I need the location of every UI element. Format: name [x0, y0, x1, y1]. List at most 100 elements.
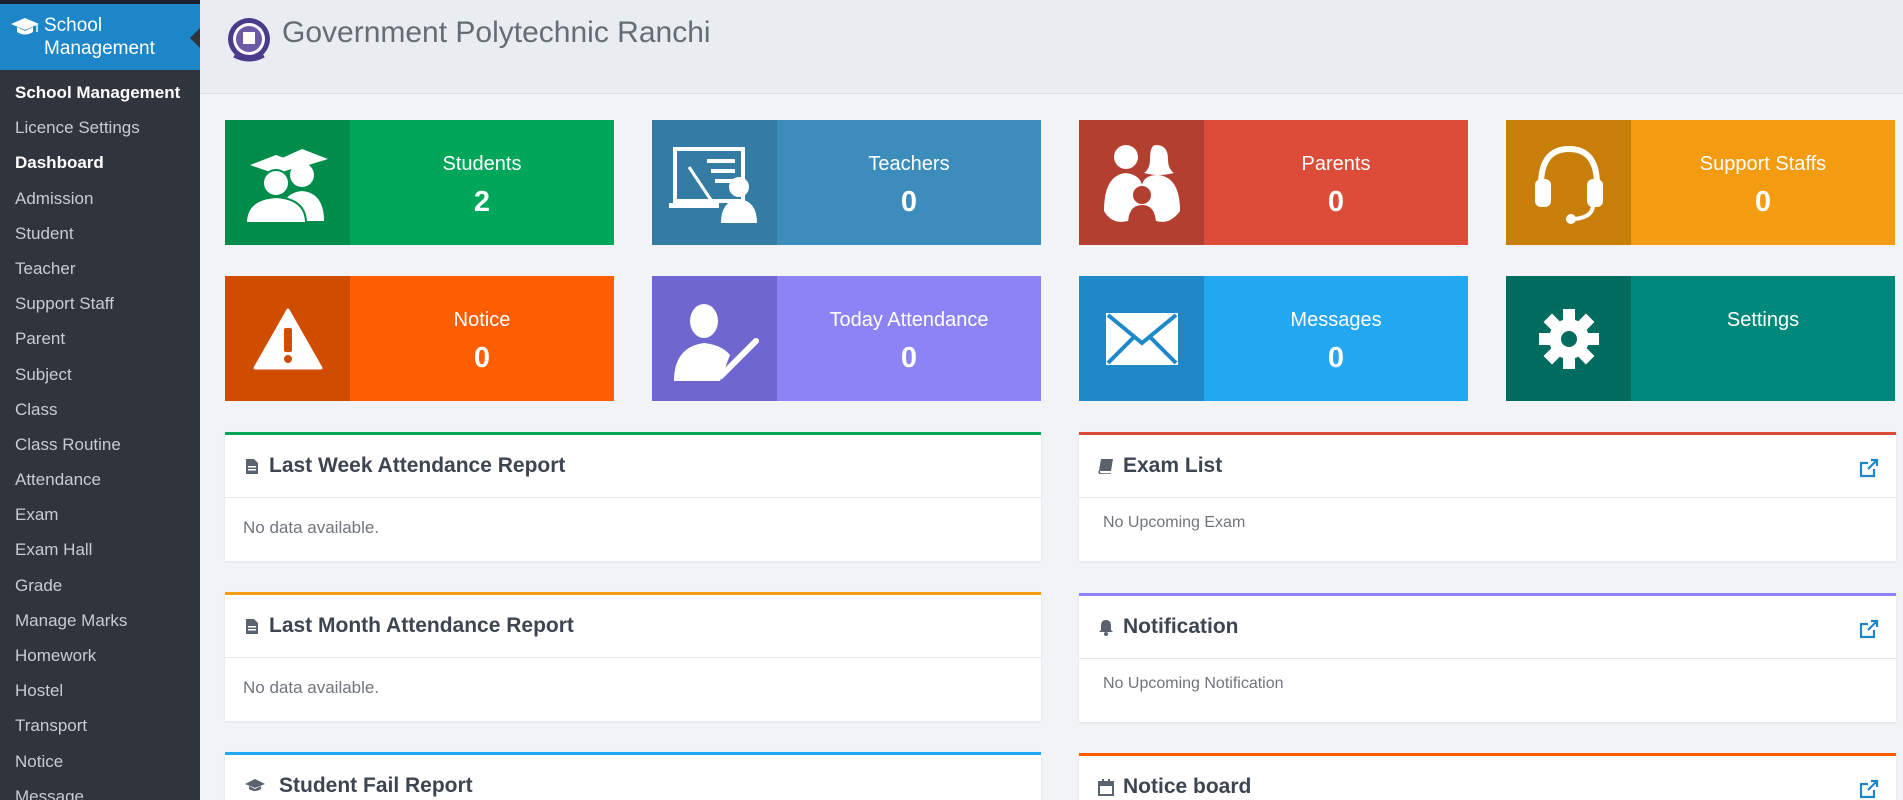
last-week-attendance-panel: Last Week Attendance Report No data avai…: [225, 432, 1041, 561]
tile-label: Teachers: [868, 153, 950, 175]
notification-panel: Notification No Upcoming Notification: [1079, 593, 1896, 722]
panel-body-text: No Upcoming Notification: [1103, 675, 1284, 692]
messages-tile[interactable]: Messages 0: [1079, 276, 1468, 401]
headset-icon: [1534, 145, 1603, 224]
tile-count: 0: [900, 186, 918, 218]
sidebar-item-admission[interactable]: Admission: [0, 186, 200, 221]
parents-tile[interactable]: Parents 0: [1079, 120, 1468, 245]
students-icon: [244, 148, 328, 223]
tile-icon-box: [652, 120, 777, 245]
sidebar-item-school-management[interactable]: School Management: [0, 80, 200, 115]
external-link-icon[interactable]: [1858, 618, 1880, 640]
panel-title: Exam List: [1123, 454, 1223, 477]
tile-icon-box: [1506, 276, 1631, 401]
today-attendance-tile[interactable]: Today Attendance 0: [652, 276, 1041, 401]
tile-text: Students 2: [350, 120, 614, 245]
attendance-check-icon: [673, 303, 759, 381]
panel-body-text: No data available.: [243, 678, 380, 697]
sidebar-item-attendance[interactable]: Attendance: [0, 467, 200, 502]
tile-icon-box: [1506, 120, 1631, 245]
sidebar-item-class[interactable]: Class: [0, 397, 200, 432]
panel-header: Student Fail Report: [225, 755, 1041, 800]
tile-count: 2: [473, 186, 491, 218]
tile-text: Settings: [1631, 276, 1895, 401]
header: Government Polytechnic Ranchi: [200, 0, 1903, 94]
support-staffs-tile[interactable]: Support Staffs 0: [1506, 120, 1895, 245]
tile-label: Messages: [1290, 309, 1382, 331]
panel-body-text: No Upcoming Exam: [1103, 514, 1246, 531]
tile-label: Support Staffs: [1699, 153, 1827, 175]
tile-icon-box: [225, 120, 350, 245]
student-fail-report-panel: Student Fail Report: [225, 752, 1041, 800]
sidebar-item-manage-marks[interactable]: Manage Marks: [0, 608, 200, 643]
sidebar-item-exam[interactable]: Exam: [0, 502, 200, 537]
college-logo-icon: [228, 18, 270, 62]
warning-icon: [253, 308, 322, 369]
tile-label: Today Attendance: [829, 309, 989, 331]
graduation-cap-icon: [11, 18, 39, 35]
panel-title: Student Fail Report: [279, 774, 473, 797]
sidebar-item-grade[interactable]: Grade: [0, 573, 200, 608]
bell-icon: [1097, 618, 1115, 636]
page-title: Government Polytechnic Ranchi: [282, 16, 711, 49]
file-text-icon: [243, 617, 261, 635]
sidebar-item-notice[interactable]: Notice: [0, 749, 200, 784]
panel-header: Notification: [1079, 596, 1896, 659]
sidebar-item-student[interactable]: Student: [0, 221, 200, 256]
calendar-icon: [1097, 778, 1115, 796]
students-tile[interactable]: Students 2: [225, 120, 614, 245]
external-link-icon[interactable]: [1858, 457, 1880, 479]
tile-count: 0: [1327, 342, 1345, 374]
panel-title: Last Week Attendance Report: [269, 454, 566, 477]
tile-text: Support Staffs 0: [1631, 120, 1895, 245]
teacher-board-icon: [668, 146, 757, 223]
sidebar-item-licence-settings[interactable]: Licence Settings: [0, 115, 200, 150]
panel-title: Notification: [1123, 615, 1239, 638]
tile-text: Notice 0: [350, 276, 614, 401]
brand-label: School Management: [44, 15, 155, 59]
sidebar-menu: School Management Licence Settings Dashboa…: [0, 70, 200, 800]
sidebar: School Management School Management Licen…: [0, 0, 200, 800]
notice-tile[interactable]: Notice 0: [225, 276, 614, 401]
tile-count: 0: [473, 342, 491, 374]
sidebar-item-teacher[interactable]: Teacher: [0, 256, 200, 291]
gear-icon: [1538, 308, 1599, 369]
sidebar-item-homework[interactable]: Homework: [0, 643, 200, 678]
sidebar-item-exam-hall[interactable]: Exam Hall: [0, 537, 200, 572]
tile-icon-box: [1079, 276, 1204, 401]
tile-text: Messages 0: [1204, 276, 1468, 401]
tile-icon-box: [652, 276, 777, 401]
sidebar-item-transport[interactable]: Transport: [0, 713, 200, 748]
sidebar-item-parent[interactable]: Parent: [0, 326, 200, 361]
graduation-cap-icon: [243, 777, 267, 795]
tile-count: 0: [1327, 186, 1345, 218]
panel-body-text: No data available.: [243, 518, 380, 537]
brand-link[interactable]: School Management: [0, 4, 200, 70]
tile-label: Settings: [1726, 309, 1800, 331]
envelope-icon: [1105, 312, 1178, 365]
tile-label: Students: [442, 153, 522, 175]
settings-tile[interactable]: Settings: [1506, 276, 1895, 401]
sidebar-item-dashboard[interactable]: Dashboard: [0, 150, 200, 185]
tile-label: Notice: [453, 309, 511, 331]
brand-caret: [190, 28, 200, 48]
file-text-icon: [243, 457, 261, 475]
panel-header: Notice board: [1079, 756, 1896, 800]
sidebar-item-hostel[interactable]: Hostel: [0, 678, 200, 713]
tile-text: Parents 0: [1204, 120, 1468, 245]
sidebar-item-message[interactable]: Message: [0, 784, 200, 800]
sidebar-item-subject[interactable]: Subject: [0, 362, 200, 397]
external-link-icon[interactable]: [1858, 778, 1880, 800]
panel-header: Last Week Attendance Report: [225, 435, 1041, 498]
tile-count: 0: [1754, 186, 1772, 218]
parents-icon: [1103, 144, 1180, 225]
sidebar-item-support-staff[interactable]: Support Staff: [0, 291, 200, 326]
exam-list-panel: Exam List No Upcoming Exam: [1079, 432, 1896, 561]
teachers-tile[interactable]: Teachers 0: [652, 120, 1041, 245]
sidebar-item-class-routine[interactable]: Class Routine: [0, 432, 200, 467]
tile-icon-box: [1079, 120, 1204, 245]
tile-icon-box: [225, 276, 350, 401]
last-month-attendance-panel: Last Month Attendance Report No data ava…: [225, 592, 1041, 721]
notice-board-panel: Notice board: [1079, 753, 1896, 800]
tile-text: Teachers 0: [777, 120, 1041, 245]
